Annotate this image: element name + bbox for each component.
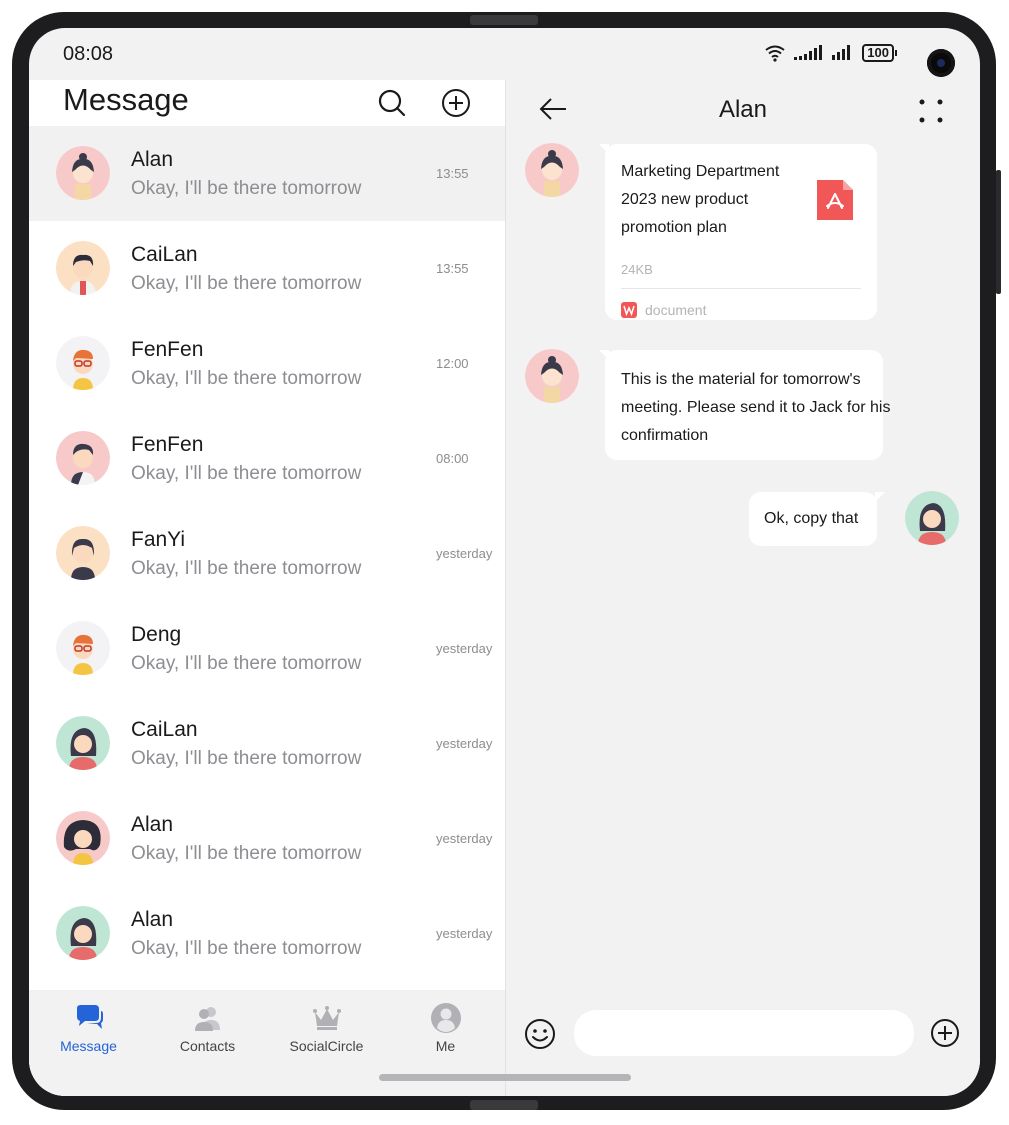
tab-socialcircle[interactable]: SocialCircle <box>267 990 386 1054</box>
conversation-row[interactable]: Alan Okay, I'll be there tomorrow 13:55 <box>29 126 505 221</box>
tab-label: Me <box>435 1038 456 1054</box>
conversation-name: FanYi <box>131 528 186 551</box>
signal-2-icon <box>832 45 851 60</box>
chat-bubbles-icon <box>76 1005 103 1029</box>
wps-document-icon <box>621 302 637 318</box>
message-input[interactable] <box>574 1010 914 1056</box>
wifi-icon <box>765 45 785 62</box>
sender-avatar <box>525 143 579 197</box>
conversation-row[interactable]: FenFen Okay, I'll be there tomorrow 12:0… <box>29 316 505 411</box>
person-icon <box>430 1003 461 1033</box>
pdf-file-icon <box>817 180 853 220</box>
sent-message-bubble[interactable]: Ok, copy that <box>749 492 885 546</box>
avatar <box>56 431 110 485</box>
message-text: This is the material for tomorrow's meet… <box>621 371 891 444</box>
message-input-bar <box>506 1010 980 1070</box>
conversation-name: Deng <box>131 623 182 646</box>
conversation-row[interactable]: FenFen Okay, I'll be there tomorrow 08:0… <box>29 411 505 506</box>
hinge-bottom <box>470 1100 538 1110</box>
left-header: Message <box>29 80 505 126</box>
chat-pane: Alan Marketing Department 2023 new produ… <box>506 80 980 1096</box>
conversation-preview: Okay, I'll be there tomorrow <box>131 178 362 199</box>
search-icon[interactable] <box>377 88 407 118</box>
battery-indicator: 100 <box>862 44 897 62</box>
conversation-name: FenFen <box>131 338 204 361</box>
avatar <box>56 811 110 865</box>
conversation-name: FenFen <box>131 433 204 456</box>
conversation-name: CaiLan <box>131 718 198 741</box>
file-size: 24KB <box>621 262 653 277</box>
file-message-bubble[interactable]: Marketing Department 2023 new product pr… <box>599 144 877 320</box>
conversation-row[interactable]: Deng Okay, I'll be there tomorrow yester… <box>29 601 505 696</box>
status-bar: 08:08 100 <box>29 28 980 80</box>
chat-title: Alan <box>718 96 768 123</box>
message-text: Ok, copy that <box>764 510 859 527</box>
conversation-name: Alan <box>131 148 174 171</box>
screen: 08:08 100 Message Alan Okay, I'll be the… <box>29 28 980 1096</box>
conversation-preview: Okay, I'll be there tomorrow <box>131 463 362 484</box>
text-message-bubble[interactable]: This is the material for tomorrow's meet… <box>599 350 890 460</box>
tab-message[interactable]: Message <box>29 990 148 1054</box>
conversation-name: Alan <box>131 908 174 931</box>
tab-contacts[interactable]: Contacts <box>148 990 267 1054</box>
conversation-preview: Okay, I'll be there tomorrow <box>131 273 362 294</box>
conversation-time: yesterday <box>436 831 493 846</box>
conversation-time: yesterday <box>436 641 493 656</box>
conversation-preview: Okay, I'll be there tomorrow <box>131 748 362 769</box>
conversation-row[interactable]: Alan Okay, I'll be there tomorrow yester… <box>29 886 505 981</box>
status-time: 08:08 <box>63 43 114 65</box>
conversation-name: CaiLan <box>131 243 198 266</box>
conversation-time: yesterday <box>436 736 493 751</box>
conversation-time: 12:00 <box>436 356 469 371</box>
conversation-time: 13:55 <box>436 166 469 181</box>
emoji-icon[interactable] <box>524 1018 556 1050</box>
conversation-time: 08:00 <box>436 451 469 466</box>
tab-label: SocialCircle <box>289 1038 364 1054</box>
conversation-row[interactable]: CaiLan Okay, I'll be there tomorrow yest… <box>29 696 505 791</box>
contacts-icon <box>194 1007 220 1031</box>
conversation-time: yesterday <box>436 926 493 941</box>
avatar <box>56 621 110 675</box>
tab-label: Message <box>60 1038 117 1054</box>
conversation-list: Alan Okay, I'll be there tomorrow 13:55 … <box>29 126 505 981</box>
conversation-name: Alan <box>131 813 174 836</box>
status-icons: 100 <box>764 44 897 62</box>
file-source-label: document <box>645 302 707 318</box>
avatar <box>56 146 110 200</box>
conversation-preview: Okay, I'll be there tomorrow <box>131 653 362 674</box>
avatar <box>56 241 110 295</box>
avatar <box>56 906 110 960</box>
user-avatar <box>905 491 959 545</box>
sender-avatar <box>525 349 579 403</box>
page-title: Message <box>63 82 189 117</box>
conversation-row[interactable]: Alan Okay, I'll be there tomorrow yester… <box>29 791 505 886</box>
avatar <box>56 716 110 770</box>
attach-plus-icon[interactable] <box>930 1018 960 1048</box>
conversation-preview: Okay, I'll be there tomorrow <box>131 938 362 959</box>
conversation-row[interactable]: FanYi Okay, I'll be there tomorrow yeste… <box>29 506 505 601</box>
conversation-pane: Message Alan Okay, I'll be there tomorro… <box>29 80 505 1096</box>
conversation-preview: Okay, I'll be there tomorrow <box>131 368 362 389</box>
avatar <box>56 526 110 580</box>
side-button <box>996 170 1001 294</box>
file-title: Marketing Department 2023 new product pr… <box>621 163 780 236</box>
conversation-preview: Okay, I'll be there tomorrow <box>131 558 362 579</box>
conversation-row[interactable]: CaiLan Okay, I'll be there tomorrow 13:5… <box>29 221 505 316</box>
file-separator <box>621 288 861 289</box>
conversation-time: yesterday <box>436 546 493 561</box>
front-camera <box>927 49 955 77</box>
conversation-time: 13:55 <box>436 261 469 276</box>
avatar <box>56 336 110 390</box>
signal-1-icon <box>794 45 823 60</box>
more-options-icon[interactable] <box>918 98 944 124</box>
tab-me[interactable]: Me <box>386 990 505 1054</box>
conversation-preview: Okay, I'll be there tomorrow <box>131 843 362 864</box>
crown-icon <box>312 1006 341 1030</box>
file-source: document <box>621 296 706 324</box>
tab-label: Contacts <box>179 1038 236 1054</box>
home-indicator[interactable] <box>379 1074 631 1081</box>
add-icon[interactable] <box>441 88 471 118</box>
hinge-top <box>470 15 538 25</box>
